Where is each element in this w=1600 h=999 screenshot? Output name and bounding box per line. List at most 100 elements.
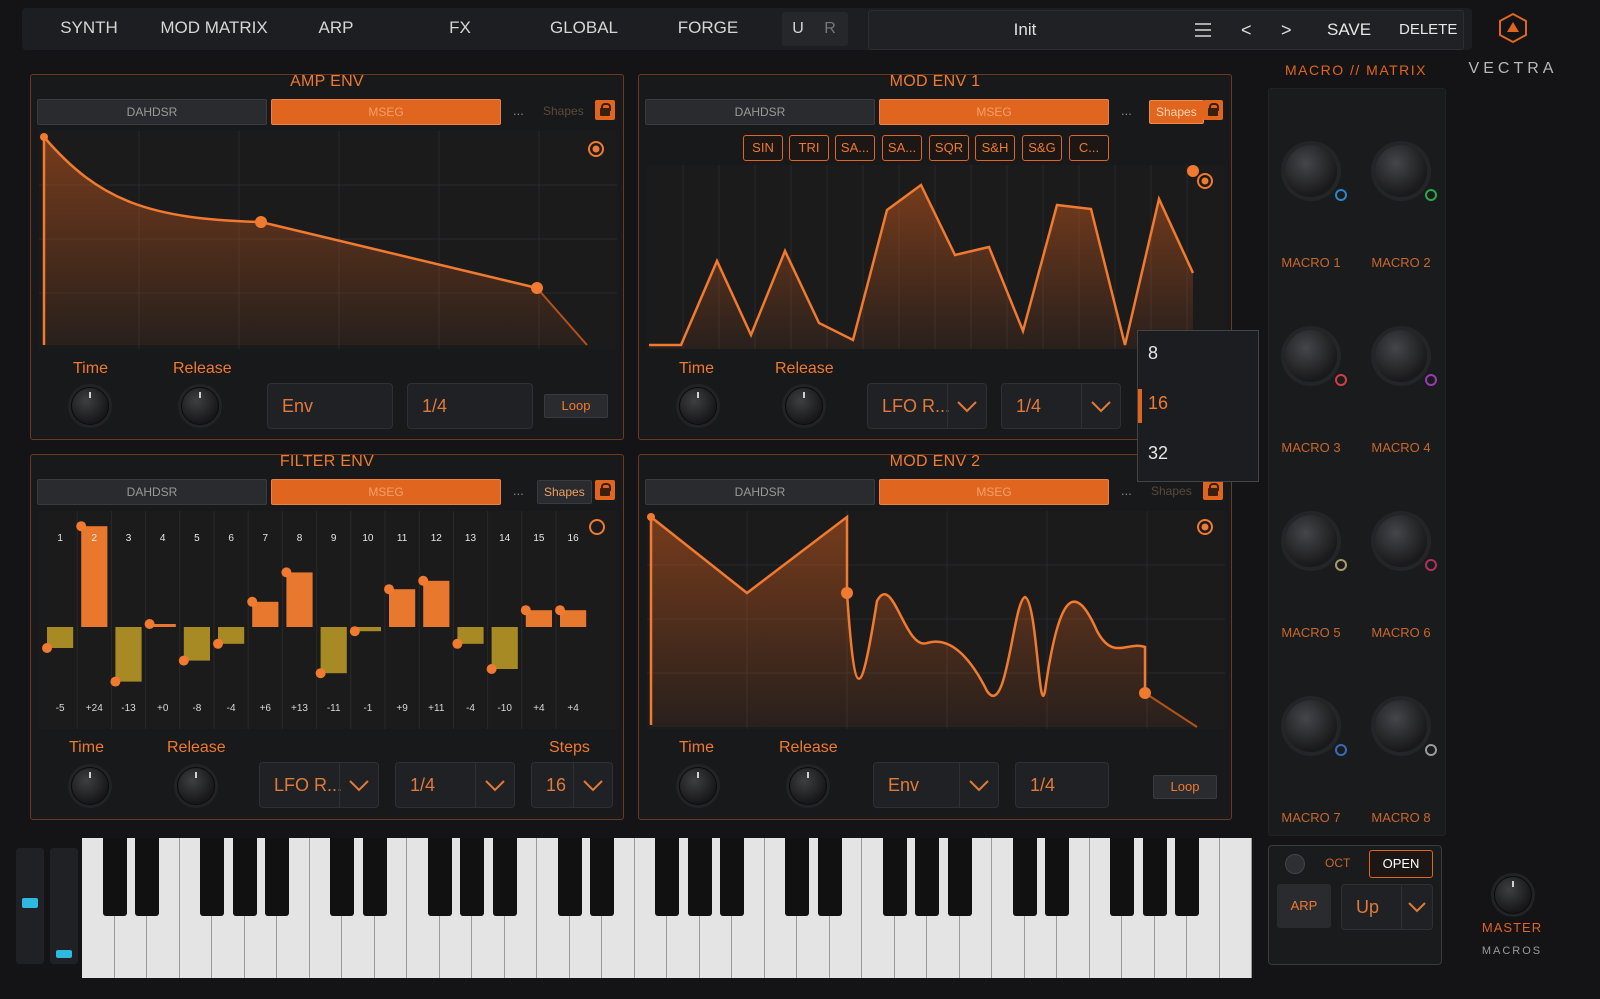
black-key[interactable]	[232, 838, 257, 916]
black-key[interactable]	[817, 838, 842, 916]
mseg-toggle[interactable]: MSEG	[879, 479, 1109, 505]
step-handle[interactable]	[281, 567, 292, 578]
step-handle[interactable]	[418, 575, 429, 586]
dahdsr-toggle[interactable]: DAHDSR	[37, 99, 267, 125]
macro-mod-indicator[interactable]	[1425, 744, 1437, 756]
dahdsr-toggle[interactable]: DAHDSR	[37, 479, 267, 505]
mod-wheel[interactable]	[50, 848, 78, 964]
macro-mod-indicator[interactable]	[1425, 189, 1437, 201]
black-key[interactable]	[1142, 838, 1167, 916]
tab-arp[interactable]: ARP	[284, 8, 388, 50]
time-knob[interactable]	[679, 387, 717, 425]
arp-direction-dropdown[interactable]: Up	[1341, 884, 1433, 930]
mseg-toggle[interactable]: MSEG	[271, 479, 501, 505]
step-bar[interactable]	[286, 572, 313, 627]
next-preset-button[interactable]: >	[1281, 11, 1292, 49]
black-key[interactable]	[460, 838, 484, 916]
steps-dropdown[interactable]: 16	[531, 762, 613, 808]
mod-wheel-handle[interactable]	[56, 950, 72, 958]
menu-icon[interactable]	[1195, 23, 1211, 37]
black-key[interactable]	[1175, 838, 1199, 916]
step-sequencer-graph[interactable]: 1 2 3 4 5 6 7 8 9 10 11 12 13 14 15 16 -5 +24 -13 +0 -8 -4 +6…	[39, 511, 617, 729]
more-options-button[interactable]: ...	[513, 99, 524, 123]
preset-name[interactable]: Init	[869, 11, 1181, 49]
tab-synth[interactable]: SYNTH	[34, 8, 144, 50]
step-handle[interactable]	[247, 596, 258, 607]
pitch-wheel-handle[interactable]	[22, 898, 38, 908]
master-knob[interactable]	[1494, 876, 1532, 914]
lock-icon[interactable]	[595, 480, 615, 500]
macro-mod-indicator[interactable]	[1425, 374, 1437, 386]
mseg-toggle[interactable]: MSEG	[271, 99, 501, 125]
tab-forge[interactable]: FORGE	[656, 8, 760, 50]
black-key[interactable]	[915, 838, 939, 916]
rate-field[interactable]: 1/4	[1015, 762, 1109, 808]
more-options-button[interactable]: ...	[1121, 99, 1132, 123]
macro-mod-indicator[interactable]	[1335, 189, 1347, 201]
loop-button[interactable]: Loop	[544, 394, 608, 418]
source-field[interactable]: Env	[267, 383, 393, 429]
loop-button[interactable]: Loop	[1153, 775, 1217, 799]
envelope-graph[interactable]	[39, 131, 617, 349]
black-key[interactable]	[362, 838, 387, 916]
release-knob[interactable]	[785, 387, 823, 425]
lock-icon[interactable]	[1203, 100, 1223, 120]
step-handle[interactable]	[110, 676, 121, 687]
lock-icon[interactable]	[1203, 480, 1223, 500]
step-handle[interactable]	[452, 638, 463, 649]
step-bar[interactable]	[183, 627, 210, 661]
delete-button[interactable]: DELETE	[1399, 11, 1457, 49]
pitch-wheel[interactable]	[16, 848, 44, 964]
shapes-button[interactable]: Shapes	[537, 480, 592, 504]
step-bar[interactable]	[252, 601, 279, 627]
shape-tri-button[interactable]: TRI	[789, 135, 829, 161]
black-key[interactable]	[947, 838, 972, 916]
black-key[interactable]	[882, 838, 907, 916]
source-dropdown[interactable]: LFO R...	[259, 762, 379, 808]
macro-knob[interactable]	[1285, 145, 1337, 197]
white-key[interactable]	[1219, 838, 1252, 978]
shape-sg-button[interactable]: S&G	[1022, 135, 1062, 161]
shape-saw-up-button[interactable]: SA...	[835, 135, 875, 161]
step-handle[interactable]	[384, 584, 394, 595]
step-handle[interactable]	[144, 619, 155, 629]
envelope-graph[interactable]	[647, 165, 1225, 349]
step-handle[interactable]	[486, 664, 497, 674]
black-key[interactable]	[590, 838, 614, 916]
shape-saw-down-button[interactable]: SA...	[882, 135, 922, 161]
step-bar[interactable]	[491, 627, 518, 669]
release-knob[interactable]	[789, 767, 827, 805]
shape-sqr-button[interactable]: SQR	[929, 135, 969, 161]
open-button[interactable]: OPEN	[1369, 850, 1433, 878]
source-dropdown[interactable]: Env	[873, 762, 999, 808]
time-knob[interactable]	[71, 387, 109, 425]
prev-preset-button[interactable]: <	[1241, 11, 1252, 49]
dropdown-option-32[interactable]: 32	[1148, 443, 1168, 464]
dahdsr-toggle[interactable]: DAHDSR	[645, 99, 875, 125]
tab-global[interactable]: GLOBAL	[532, 8, 636, 50]
shape-sin-button[interactable]: SIN	[743, 135, 783, 161]
shape-sh-button[interactable]: S&H	[975, 135, 1015, 161]
record-icon[interactable]	[589, 519, 605, 535]
black-key[interactable]	[427, 838, 452, 916]
redo-button[interactable]: R	[814, 12, 846, 46]
macro-knob[interactable]	[1375, 330, 1427, 382]
shapes-button[interactable]: Shapes	[537, 100, 590, 122]
step-bar[interactable]	[320, 627, 347, 674]
macro-mod-indicator[interactable]	[1425, 559, 1437, 571]
step-handle[interactable]	[213, 638, 223, 649]
step-handle[interactable]	[520, 605, 531, 616]
step-bar[interactable]	[389, 589, 416, 627]
macro-knob[interactable]	[1375, 145, 1427, 197]
time-knob[interactable]	[679, 767, 717, 805]
black-key[interactable]	[687, 838, 712, 916]
shapes-button[interactable]: Shapes	[1149, 100, 1204, 124]
tab-mod-matrix[interactable]: MOD MATRIX	[152, 8, 276, 50]
dropdown-option-8[interactable]: 8	[1148, 343, 1158, 364]
rate-dropdown[interactable]: 1/4	[1001, 383, 1121, 429]
step-handle[interactable]	[178, 655, 189, 666]
step-handle[interactable]	[555, 605, 565, 616]
black-key[interactable]	[1012, 838, 1037, 916]
arp-button[interactable]: ARP	[1277, 884, 1331, 928]
black-key[interactable]	[492, 838, 517, 916]
